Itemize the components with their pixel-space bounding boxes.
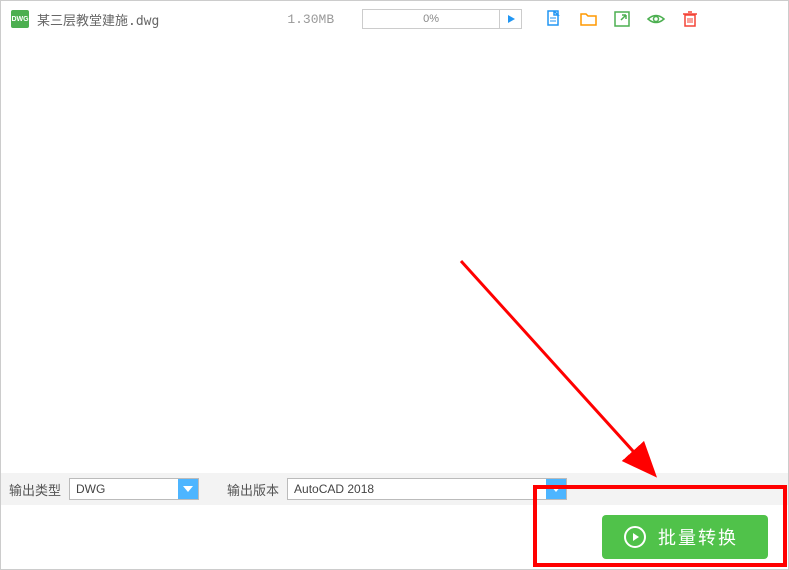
play-circle-icon bbox=[624, 526, 646, 548]
chevron-down-icon bbox=[178, 479, 198, 499]
play-icon bbox=[506, 14, 516, 24]
batch-convert-button[interactable]: 批量转换 bbox=[602, 515, 768, 559]
file-row: DWG 某三层教堂建施.dwg 1.30MB 0% bbox=[1, 1, 788, 37]
output-type-label: 输出类型 bbox=[9, 480, 61, 499]
export-icon[interactable] bbox=[612, 9, 632, 29]
row-actions bbox=[544, 9, 700, 29]
document-icon[interactable] bbox=[544, 9, 564, 29]
eye-icon[interactable] bbox=[646, 9, 666, 29]
output-version-label: 输出版本 bbox=[227, 480, 279, 499]
file-type-badge: DWG bbox=[11, 10, 29, 28]
output-type-select[interactable]: DWG bbox=[69, 478, 199, 500]
delete-icon[interactable] bbox=[680, 9, 700, 29]
batch-convert-label: 批量转换 bbox=[658, 524, 738, 550]
output-settings-bar: 输出类型 DWG 输出版本 AutoCAD 2018 bbox=[1, 473, 788, 505]
output-version-value: AutoCAD 2018 bbox=[294, 482, 374, 496]
file-name: 某三层教堂建施.dwg bbox=[37, 10, 159, 29]
progress-bar: 0% bbox=[362, 9, 522, 29]
progress-text: 0% bbox=[363, 13, 499, 25]
folder-icon[interactable] bbox=[578, 9, 598, 29]
footer: 批量转换 bbox=[1, 505, 788, 569]
file-size: 1.30MB bbox=[287, 12, 334, 27]
play-button[interactable] bbox=[499, 10, 521, 28]
annotation-arrow bbox=[451, 251, 691, 511]
output-version-select[interactable]: AutoCAD 2018 bbox=[287, 478, 567, 500]
chevron-down-icon bbox=[546, 479, 566, 499]
output-type-value: DWG bbox=[76, 482, 105, 496]
